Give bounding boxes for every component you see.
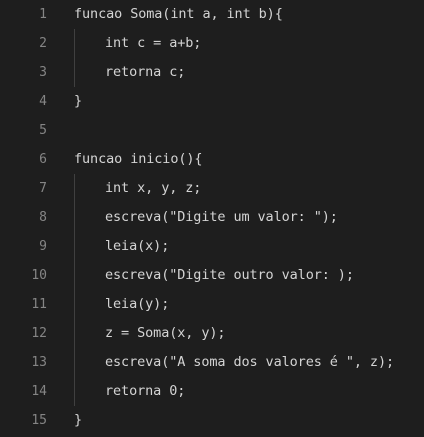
line-number: 7 xyxy=(39,181,47,196)
code-line[interactable]: 6 funcao inicio(){ xyxy=(0,145,424,174)
line-number: 9 xyxy=(39,239,47,254)
code-text[interactable]: escreva("Digite outro valor: ); xyxy=(105,261,354,290)
line-number: 3 xyxy=(39,65,47,80)
code-text[interactable]: funcao Soma(int a, int b){ xyxy=(74,0,283,29)
line-number: 13 xyxy=(31,355,47,370)
code-editor[interactable]: 1 funcao Soma(int a, int b){ 2 int c = a… xyxy=(0,0,424,437)
code-line[interactable]: 13 escreva("A soma dos valores é ", z); xyxy=(0,348,424,377)
code-text[interactable]: retorna c; xyxy=(105,58,185,87)
code-line[interactable]: 11 leia(y); xyxy=(0,290,424,319)
code-line[interactable]: 2 int c = a+b; xyxy=(0,29,424,58)
code-line[interactable]: 5 xyxy=(0,116,424,145)
code-text[interactable]: funcao inicio(){ xyxy=(74,145,203,174)
code-text[interactable]: escreva("A soma dos valores é ", z); xyxy=(105,348,394,377)
line-number: 8 xyxy=(39,210,47,225)
code-line[interactable]: 12 z = Soma(x, y); xyxy=(0,319,424,348)
code-text[interactable]: } xyxy=(74,406,82,435)
line-number: 2 xyxy=(39,36,47,51)
line-number: 10 xyxy=(31,268,47,283)
code-line[interactable]: 3 retorna c; xyxy=(0,58,424,87)
code-text[interactable]: leia(y); xyxy=(105,290,169,319)
line-number: 12 xyxy=(31,326,47,341)
code-line[interactable]: 1 funcao Soma(int a, int b){ xyxy=(0,0,424,29)
code-line[interactable]: 15 } xyxy=(0,406,424,435)
line-number: 5 xyxy=(39,123,47,138)
line-number: 4 xyxy=(39,94,47,109)
code-line[interactable]: 7 int x, y, z; xyxy=(0,174,424,203)
code-text[interactable]: } xyxy=(74,87,82,116)
code-text[interactable]: escreva("Digite um valor: "); xyxy=(105,203,338,232)
code-line[interactable]: 4 } xyxy=(0,87,424,116)
code-text[interactable]: retorna 0; xyxy=(105,377,185,406)
code-line[interactable]: 9 leia(x); xyxy=(0,232,424,261)
line-number: 14 xyxy=(31,384,47,399)
line-number: 6 xyxy=(39,152,47,167)
code-text[interactable]: int c = a+b; xyxy=(105,29,201,58)
code-line[interactable]: 14 retorna 0; xyxy=(0,377,424,406)
code-line[interactable]: 8 escreva("Digite um valor: "); xyxy=(0,203,424,232)
line-number: 11 xyxy=(31,297,47,312)
code-text[interactable]: int x, y, z; xyxy=(105,174,201,203)
code-text[interactable]: z = Soma(x, y); xyxy=(105,319,226,348)
line-number: 1 xyxy=(39,7,47,22)
line-number: 15 xyxy=(31,413,47,428)
code-line[interactable]: 10 escreva("Digite outro valor: ); xyxy=(0,261,424,290)
code-text[interactable]: leia(x); xyxy=(105,232,169,261)
